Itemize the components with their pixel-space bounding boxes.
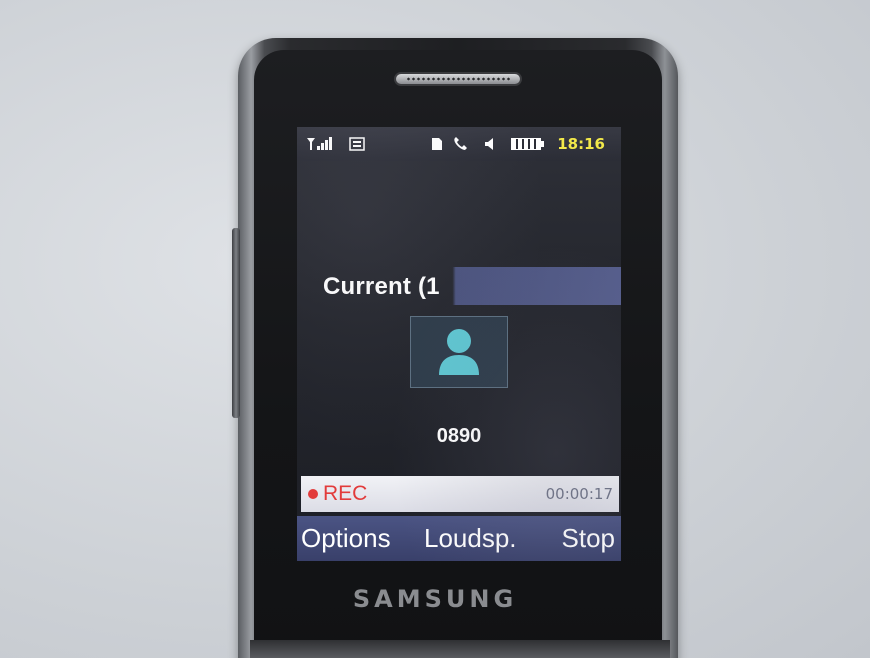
recording-timer: 00:00:17: [545, 485, 613, 503]
status-clock: 18:16: [557, 135, 605, 153]
softkey-bar: Options Loudsp. Stop: [297, 516, 621, 561]
brand-logo: SAMSUNG: [352, 585, 518, 613]
recording-bar: REC 00:00:17: [301, 476, 619, 512]
call-icon: [453, 137, 471, 155]
phone-bottom-edge: [250, 640, 670, 658]
message-icon: [349, 137, 365, 155]
photo-scene: 18:16 Current (1 0890 REC 00:00:17 Optio…: [0, 0, 870, 658]
phone-screen: 18:16 Current (1 0890 REC 00:00:17 Optio…: [297, 127, 621, 561]
battery-tip: [541, 141, 544, 147]
earpiece-speaker: [394, 72, 522, 86]
status-bar: 18:16: [297, 127, 621, 161]
signal-icon: [307, 137, 337, 151]
person-icon: [439, 329, 479, 375]
stop-softkey[interactable]: Stop: [562, 524, 616, 552]
call-title-bar: Current (1: [297, 267, 621, 305]
record-dot-icon: [308, 489, 318, 499]
loudspeaker-softkey[interactable]: Loudsp.: [424, 524, 517, 552]
speaker-icon: [483, 137, 497, 155]
options-softkey[interactable]: Options: [301, 524, 391, 552]
battery-icon: [511, 138, 541, 150]
recording-label: REC: [323, 482, 368, 505]
call-title: Current (1: [323, 273, 440, 300]
side-volume-key[interactable]: [232, 228, 240, 418]
caller-avatar: [410, 316, 508, 388]
earpiece-grille: [406, 77, 510, 81]
caller-number: 0890: [436, 425, 482, 447]
sim-icon: [431, 137, 443, 155]
